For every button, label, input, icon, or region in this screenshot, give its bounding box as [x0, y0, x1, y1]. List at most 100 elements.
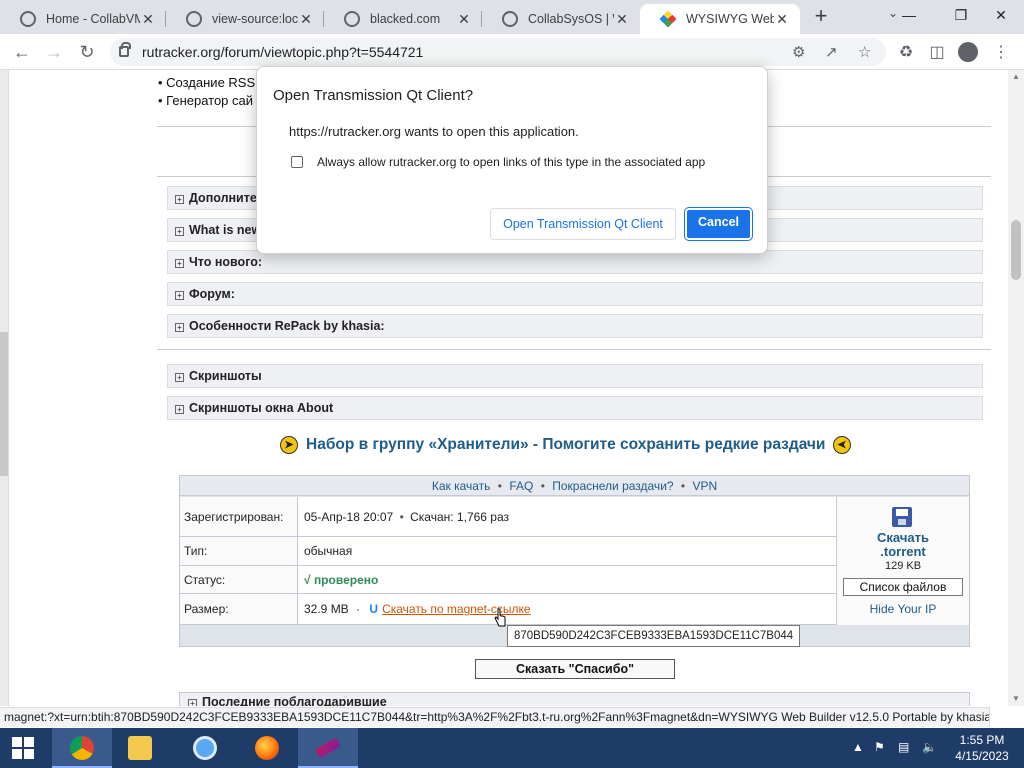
last-thanked-spoiler[interactable]: + Последние поблагодарившие [179, 692, 970, 706]
back-arrow-icon[interactable]: ← [10, 41, 34, 63]
cancel-button[interactable]: Cancel [685, 208, 752, 240]
separator-dot: · [356, 602, 361, 616]
tab-title: view-source:localh [212, 12, 298, 26]
bookmark-star-icon[interactable]: ☆ [858, 43, 871, 61]
window-close-icon[interactable]: ✕ [978, 0, 1024, 30]
tab-title: blacked.com [370, 12, 441, 26]
open-app-dialog: Open Transmission Qt Client? https://rut… [256, 66, 768, 254]
tab-title: CollabSysOS | We [528, 12, 614, 26]
tab-blacked[interactable]: blacked.com ✕ [324, 4, 482, 34]
keepers-banner-text[interactable]: Набор в группу «Хранители» - Помогите со… [306, 436, 825, 454]
dialog-message: https://rutracker.org wants to open this… [289, 124, 579, 139]
link-red-torrents[interactable]: Покраснели раздачи? [552, 479, 673, 493]
globe-icon [344, 11, 360, 27]
always-allow-checkbox[interactable] [291, 156, 303, 168]
tab-collabsysos[interactable]: CollabSysOS | We ✕ [482, 4, 640, 34]
magnet-link[interactable]: Скачать по magnet-ссылке [382, 602, 531, 616]
taskbar-chrome[interactable] [52, 728, 112, 768]
new-tab-button[interactable]: + [808, 4, 834, 30]
registered-value: 05-Апр-18 20:07 • Скачан: 1,766 раз [298, 497, 837, 537]
download-title-line1[interactable]: Скачать [837, 531, 969, 545]
lock-icon[interactable] [119, 42, 131, 57]
tab-title: WYSIWYG Web B [686, 12, 774, 26]
expand-icon: + [188, 699, 197, 706]
close-icon[interactable]: ✕ [140, 11, 156, 28]
size-label: Размер: [180, 594, 298, 625]
tab-view-source[interactable]: view-source:localh ✕ [166, 4, 324, 34]
close-icon[interactable]: ✕ [614, 11, 630, 28]
keepers-banner[interactable]: ➤ Набор в группу «Хранители» - Помогите … [272, 436, 882, 454]
start-button[interactable] [0, 728, 46, 768]
firefox-icon [255, 736, 279, 760]
expand-icon: + [175, 259, 184, 268]
taskbar-clock[interactable]: 1:55 PM 4/15/2023 [942, 732, 1022, 764]
url-text[interactable]: rutracker.org/forum/viewtopic.php?t=5544… [142, 44, 423, 60]
link-separator: • [497, 479, 502, 493]
network-icon[interactable]: ▤ [898, 740, 909, 754]
download-title-line2[interactable]: .torrent [837, 545, 969, 559]
spoiler-label: Дополните [189, 191, 257, 205]
windows-logo-icon [12, 737, 22, 747]
file-list-button[interactable]: Список файлов [843, 578, 963, 596]
tab-home-collabvm[interactable]: Home - CollabVM ✕ [0, 4, 166, 34]
taskbar-app-sun[interactable] [175, 728, 235, 768]
close-icon[interactable]: ✕ [298, 11, 314, 28]
arrow-right-icon: ➤ [280, 436, 298, 454]
link-faq[interactable]: FAQ [509, 479, 533, 493]
minimize-icon[interactable]: — [886, 0, 932, 30]
link-how-to-download[interactable]: Как качать [432, 479, 491, 493]
open-app-button[interactable]: Open Transmission Qt Client [490, 208, 676, 240]
sun-icon [193, 736, 217, 760]
spoiler-forum[interactable]: + Форум: [167, 282, 983, 306]
spoiler-screenshots[interactable]: + Скриншоты [167, 364, 983, 388]
taskbar-firefox[interactable] [237, 728, 297, 768]
spoiler-about-screenshots[interactable]: + Скриншоты окна About [167, 396, 983, 420]
dialog-title: Open Transmission Qt Client? [273, 87, 474, 104]
expand-icon: + [175, 195, 184, 204]
close-icon[interactable]: ✕ [774, 11, 790, 28]
globe-icon [20, 11, 36, 27]
status-value: √ проверено [298, 566, 837, 594]
spoiler-label: Особенности RePack by khasia: [189, 319, 385, 333]
taskbar-file-explorer[interactable] [110, 728, 170, 768]
side-panel-icon[interactable]: ◫ [926, 42, 948, 62]
arrow-left-icon: ➤ [833, 436, 852, 454]
last-thanked-label: Последние поблагодарившие [202, 695, 387, 706]
tray-chevron-up-icon[interactable]: ▲ [852, 740, 864, 754]
spoiler-repack-features[interactable]: + Особенности RePack by khasia: [167, 314, 983, 338]
taskbar-wysiwyg[interactable] [298, 728, 358, 768]
torrent-file-size: 129 KB [884, 560, 922, 572]
page-scrollbar[interactable]: ▲ ▼ [1008, 70, 1024, 706]
scroll-up-icon[interactable]: ▲ [1012, 72, 1020, 81]
forward-arrow-icon[interactable]: → [42, 41, 66, 63]
close-icon[interactable]: ✕ [456, 11, 472, 28]
share-icon[interactable]: ↗ [825, 43, 838, 61]
say-thanks-button[interactable]: Сказать "Спасибо" [475, 659, 675, 679]
scrollbar-thumb[interactable] [1011, 220, 1021, 280]
scroll-down-icon[interactable]: ▼ [1012, 694, 1020, 703]
divider [157, 349, 991, 350]
address-bar[interactable]: rutracker.org/forum/viewtopic.php?t=5544… [110, 38, 886, 66]
info-hash-tooltip: 870BD590D242C3FCEB9333EBA1593DCE11C7B044 [507, 625, 801, 647]
browser-toolbar: ← → ↻ rutracker.org/forum/viewtopic.php?… [0, 34, 1024, 70]
hide-ip-link[interactable]: Hide Your IP [837, 602, 969, 616]
tab-wysiwyg[interactable]: WYSIWYG Web B ✕ [640, 4, 800, 34]
reload-icon[interactable]: ↻ [75, 41, 99, 63]
size-text: 32.9 MB [304, 602, 349, 616]
menu-kebab-icon[interactable]: ⋮ [990, 42, 1012, 62]
download-count: Скачан: 1,766 раз [410, 510, 510, 524]
always-allow-label[interactable]: Always allow rutracker.org to open links… [317, 155, 705, 169]
side-panel-handle[interactable] [0, 332, 8, 476]
extensions-puzzle-icon[interactable]: ♻ [895, 42, 917, 62]
floppy-disk-icon[interactable] [892, 507, 912, 527]
bullet-item: • Генератор сай [158, 93, 254, 108]
action-center-flag-icon[interactable]: ⚑ [874, 740, 885, 754]
expand-icon: + [175, 291, 184, 300]
globe-icon [502, 11, 518, 27]
translate-icon[interactable]: ⚙ [792, 43, 805, 61]
status-label: Статус: [180, 566, 298, 594]
download-torrent-link[interactable]: Скачать .torrent [837, 531, 969, 559]
volume-muted-icon[interactable]: 🔈 [922, 740, 937, 754]
link-vpn[interactable]: VPN [692, 479, 717, 493]
profile-avatar-icon[interactable] [958, 42, 978, 62]
